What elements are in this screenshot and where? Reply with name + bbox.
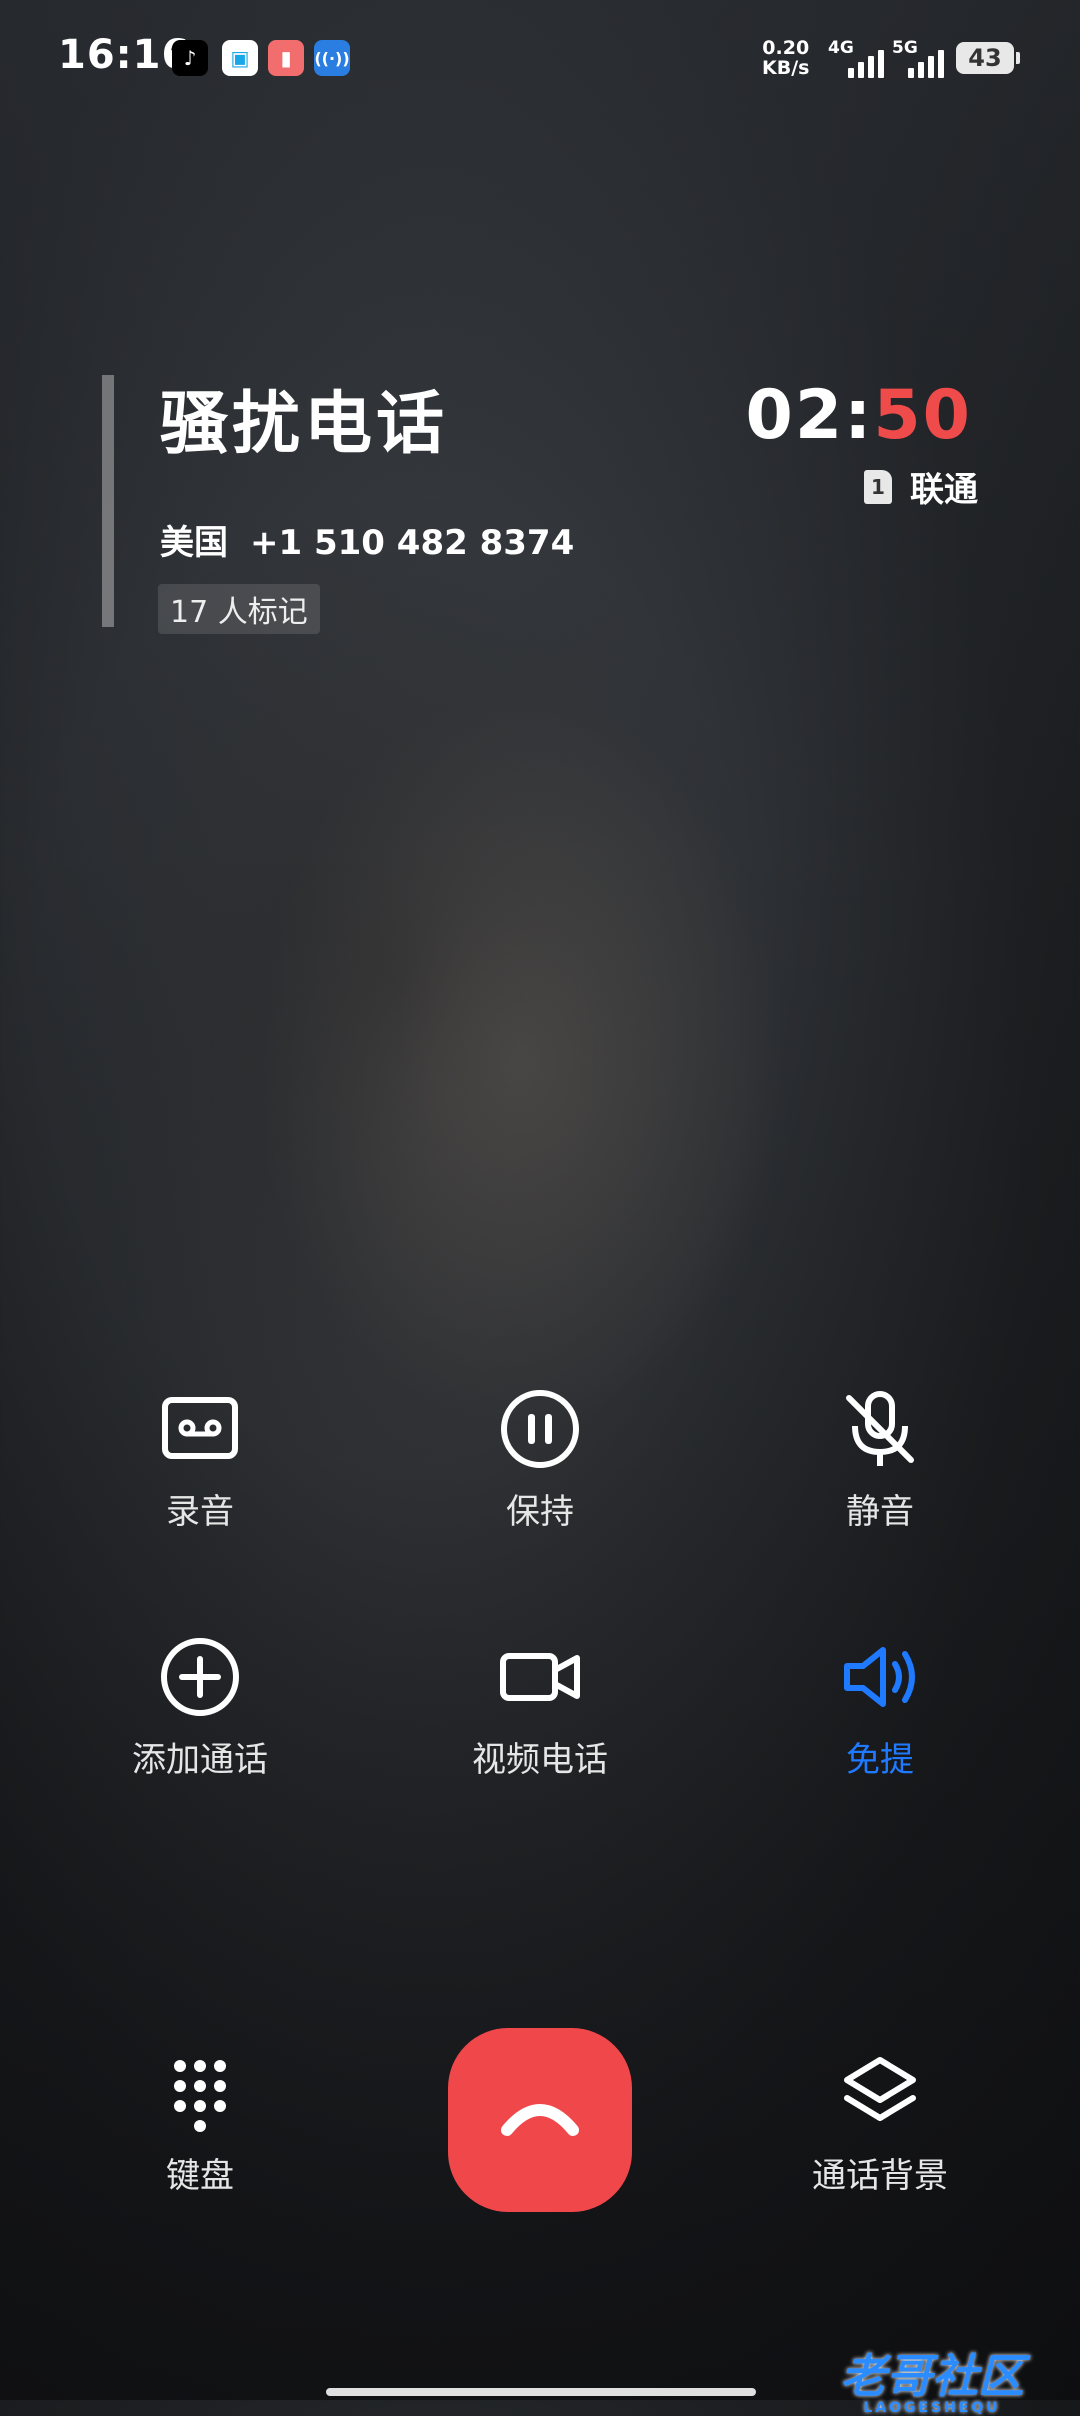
keypad-label: 键盘 <box>166 2156 234 2196</box>
watermark-subtext: LAOGESHEQU <box>863 2400 1001 2416</box>
mute-button[interactable]: 静音 <box>760 1384 1000 1533</box>
caller-number: +1 510 482 8374 <box>250 523 575 563</box>
net-speed-value: 0.20 <box>762 37 810 59</box>
net-speed-unit: KB/s <box>762 57 810 79</box>
layers-icon <box>844 2057 916 2121</box>
end-call-button[interactable] <box>448 2028 632 2212</box>
caller-name: 骚扰电话 <box>160 385 449 464</box>
hotspot-icon: ((·)) <box>314 40 350 76</box>
dialpad-icon <box>174 2060 226 2132</box>
video-camera-icon <box>500 1653 580 1701</box>
mic-off-icon <box>846 1391 914 1466</box>
pause-icon <box>501 1390 579 1468</box>
caller-region: 美国 <box>160 523 228 563</box>
speaker-button[interactable]: 免提 <box>760 1632 1000 1781</box>
hold-button[interactable]: 保持 <box>420 1384 660 1533</box>
plus-circle-icon <box>161 1638 239 1716</box>
chat-app-icon: ▣ <box>222 40 258 76</box>
record-label: 录音 <box>166 1492 234 1532</box>
speaker-icon <box>844 1647 915 1707</box>
mute-label: 静音 <box>846 1492 914 1532</box>
sim1-signal-icon: 4G <box>828 38 884 78</box>
call-background-button[interactable]: 通话背景 <box>760 2048 1000 2197</box>
watermark-logo: 老哥社区 LAOGESHEQU <box>840 2340 1024 2416</box>
caller-location: 美国 +1 510 482 8374 <box>160 515 596 564</box>
hold-label: 保持 <box>506 1492 574 1532</box>
record-button[interactable]: 录音 <box>80 1384 320 1533</box>
video-call-label: 视频电话 <box>472 1740 608 1780</box>
cassette-icon <box>162 1397 238 1459</box>
hang-up-icon <box>501 2104 579 2136</box>
watermark-text: 老哥社区 <box>840 2349 1024 2403</box>
keypad-button[interactable]: 键盘 <box>80 2048 320 2197</box>
tiktok-icon: ♪ <box>172 40 208 76</box>
cylinder-app-icon: ▮ <box>268 40 304 76</box>
sim1-network-label: 4G <box>828 38 854 58</box>
video-call-button[interactable]: 视频电话 <box>420 1632 660 1781</box>
timer-minutes: 02: <box>745 376 874 455</box>
caller-accent-bar <box>102 375 114 627</box>
status-bar: 16:16 ♪ ▣ ▮ ((·)) 0.20 KB/s 4G 5G 43 <box>0 28 1080 92</box>
network-speed: 0.20 KB/s <box>762 38 809 78</box>
carrier-name: 联通 <box>910 470 978 510</box>
spam-tag-badge: 17 人标记 <box>158 584 320 634</box>
sim2-network-label: 5G <box>892 38 918 58</box>
call-background-label: 通话背景 <box>812 2156 948 2196</box>
status-time: 16:16 <box>58 32 191 78</box>
sim-card-icon: 1 <box>864 469 892 504</box>
home-indicator[interactable] <box>326 2388 756 2396</box>
sim2-signal-icon: 5G <box>892 38 948 78</box>
add-call-button[interactable]: 添加通话 <box>80 1632 320 1781</box>
timer-seconds: 50 <box>873 376 972 455</box>
call-timer: 02:50 <box>746 376 972 455</box>
add-call-label: 添加通话 <box>132 1740 268 1780</box>
battery-icon: 43 <box>956 42 1020 74</box>
speaker-label: 免提 <box>846 1740 914 1780</box>
carrier-info: 1 联通 <box>864 462 978 511</box>
